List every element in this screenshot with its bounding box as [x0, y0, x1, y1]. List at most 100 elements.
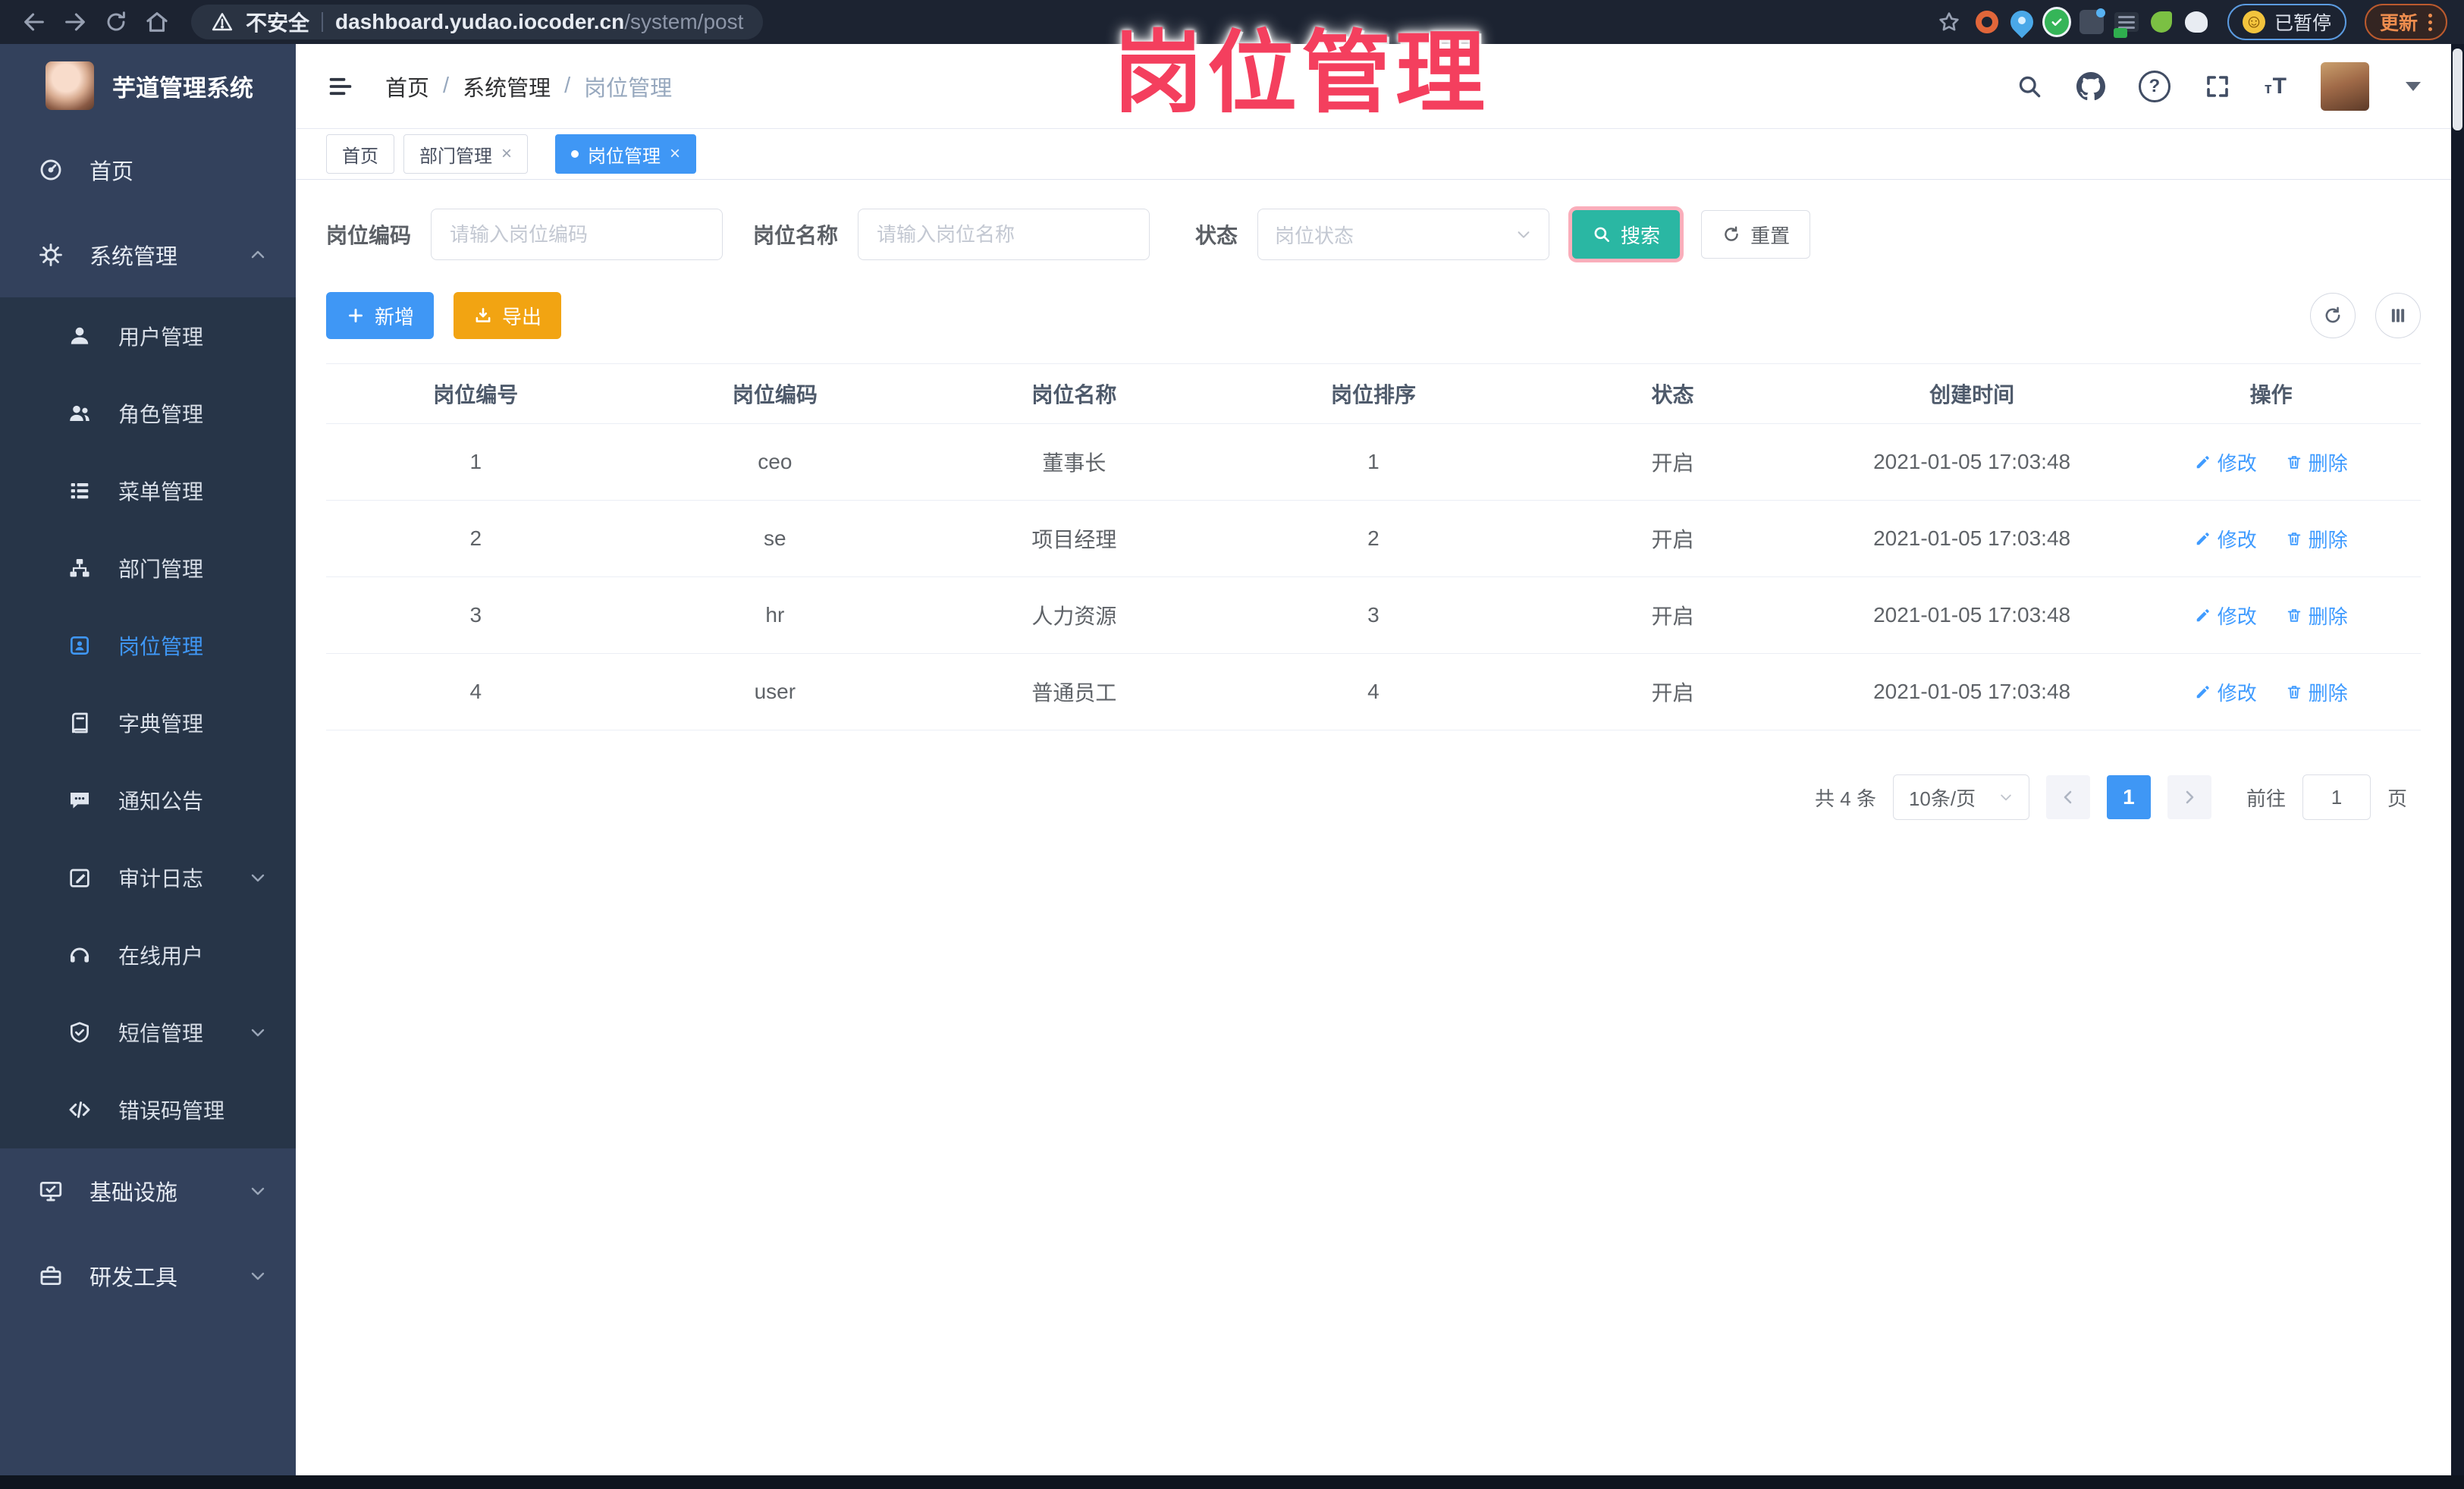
breadcrumb-system[interactable]: 系统管理: [463, 71, 551, 102]
close-icon[interactable]: ×: [501, 145, 512, 163]
edit-label: 修改: [2217, 451, 2257, 475]
menu-list-icon: [64, 479, 96, 503]
sidebar-item-home[interactable]: 首页: [0, 127, 296, 212]
tab-home[interactable]: 首页: [326, 134, 394, 174]
extension-orange-ring-icon[interactable]: [1973, 8, 2001, 36]
edit-link[interactable]: 修改: [2195, 525, 2257, 553]
cell-name: 人力资源: [924, 576, 1224, 654]
bookmark-star-icon[interactable]: [1932, 5, 1966, 39]
cell-created: 2021-01-05 17:03:48: [1822, 500, 2122, 577]
close-icon[interactable]: ×: [670, 145, 680, 163]
cell-id: 3: [326, 576, 626, 654]
sidebar-item-error-codes[interactable]: 错误码管理: [0, 1071, 296, 1148]
sidebar-item-roles[interactable]: 角色管理: [0, 375, 296, 452]
edit-link[interactable]: 修改: [2195, 448, 2257, 476]
reset-button[interactable]: 重置: [1701, 210, 1811, 259]
page-1-button[interactable]: 1: [2106, 775, 2151, 819]
goto-page-input[interactable]: [2302, 774, 2371, 820]
cell-operations: 修改 删除: [2121, 423, 2421, 501]
sidebar-item-departments[interactable]: 部门管理: [0, 529, 296, 607]
sidebar-item-users[interactable]: 用户管理: [0, 297, 296, 375]
tab-label: 部门管理: [419, 146, 492, 167]
url-path: /system/post: [624, 10, 744, 33]
back-icon[interactable]: [17, 5, 52, 39]
sidebar-item-system[interactable]: 系统管理: [0, 212, 296, 297]
tab-posts-active[interactable]: 岗位管理 ×: [555, 134, 697, 174]
delete-link[interactable]: 删除: [2286, 602, 2348, 630]
extension-server-icon[interactable]: [2112, 8, 2141, 38]
avatar-caret-icon[interactable]: [2406, 81, 2421, 91]
delete-label: 删除: [2308, 681, 2348, 705]
sidebar-item-notices[interactable]: 通知公告: [0, 762, 296, 839]
toolbox-icon: [35, 1263, 67, 1289]
extension-green-check-icon[interactable]: [2042, 7, 2071, 37]
cell-status: 开启: [1523, 423, 1822, 501]
post-badge-icon: [64, 633, 96, 658]
scrollbar-thumb[interactable]: [2453, 49, 2462, 130]
column-settings-button[interactable]: [2375, 293, 2421, 338]
browser-menu-icon[interactable]: [2428, 13, 2432, 31]
address-bar[interactable]: 不安全 dashboard.yudao.iocoder.cn/system/po…: [191, 5, 764, 39]
reload-icon[interactable]: [99, 5, 133, 39]
chevron-up-icon: [249, 246, 267, 264]
fullscreen-icon[interactable]: [2204, 73, 2231, 100]
sidebar-item-label: 部门管理: [118, 558, 204, 581]
sidebar-item-label: 通知公告: [118, 790, 204, 813]
sidebar-item-menus[interactable]: 菜单管理: [0, 452, 296, 529]
page-size-select[interactable]: 10条/页: [1892, 774, 2029, 820]
edit-link[interactable]: 修改: [2195, 678, 2257, 706]
add-button-label: 新增: [375, 305, 415, 328]
extension-blue-pin-icon[interactable]: [2005, 5, 2039, 39]
paused-badge[interactable]: ☺ 已暂停: [2227, 4, 2346, 40]
avatar[interactable]: [2321, 61, 2369, 111]
org-tree-icon: [64, 556, 96, 580]
refresh-table-button[interactable]: [2310, 293, 2356, 338]
sidebar-item-dictionary[interactable]: 字典管理: [0, 684, 296, 762]
sidebar: 芋道管理系统 首页 系统管理 用户管理 角色管理 菜单管理 部门管理 岗位管理 …: [0, 44, 296, 1475]
screen: 不安全 dashboard.yudao.iocoder.cn/system/po…: [0, 0, 2464, 1489]
sidebar-collapse-icon[interactable]: [326, 72, 355, 101]
gear-icon: [35, 242, 67, 268]
edit-link[interactable]: 修改: [2195, 602, 2257, 630]
delete-link[interactable]: 删除: [2286, 678, 2348, 706]
tab-bar: 首页 部门管理 × 岗位管理 ×: [296, 129, 2451, 180]
sidebar-item-label: 字典管理: [118, 712, 204, 736]
next-page-button[interactable]: [2167, 775, 2211, 819]
page-scrollbar[interactable]: [2451, 44, 2464, 1475]
delete-link[interactable]: 删除: [2286, 525, 2348, 553]
cell-operations: 修改 删除: [2121, 500, 2421, 577]
font-size-icon[interactable]: тT: [2265, 74, 2287, 99]
sidebar-logo-row[interactable]: 芋道管理系统: [0, 44, 296, 127]
sidebar-item-dev-tools[interactable]: 研发工具: [0, 1233, 296, 1318]
help-icon[interactable]: ?: [2138, 70, 2171, 102]
prev-page-button[interactable]: [2045, 775, 2090, 819]
sidebar-item-label: 审计日志: [118, 867, 204, 891]
sidebar-item-audit-log[interactable]: 审计日志: [0, 839, 296, 916]
github-icon[interactable]: [2076, 71, 2105, 101]
search-button[interactable]: 搜索: [1572, 210, 1681, 259]
breadcrumb-home[interactable]: 首页: [385, 71, 429, 102]
cell-code: se: [625, 500, 925, 577]
forward-icon[interactable]: [58, 5, 93, 39]
update-button[interactable]: 更新: [2364, 4, 2447, 40]
extension-bird-icon[interactable]: [2182, 8, 2211, 36]
extension-grid-icon[interactable]: [2077, 8, 2106, 36]
status-select[interactable]: 岗位状态: [1257, 209, 1550, 260]
search-icon[interactable]: [2016, 73, 2043, 100]
cell-created: 2021-01-05 17:03:48: [1822, 576, 2122, 654]
dashboard-icon: [35, 157, 67, 183]
extension-leaf-icon[interactable]: [2147, 8, 2176, 36]
post-name-input[interactable]: [858, 209, 1150, 260]
export-button[interactable]: 导出: [454, 292, 562, 339]
add-button[interactable]: 新增: [326, 292, 435, 339]
tab-departments[interactable]: 部门管理 ×: [403, 134, 529, 174]
sidebar-item-sms[interactable]: 短信管理: [0, 994, 296, 1071]
delete-link[interactable]: 删除: [2286, 448, 2348, 476]
post-code-input[interactable]: [431, 209, 724, 260]
search-button-label: 搜索: [1621, 224, 1661, 247]
home-icon[interactable]: [140, 5, 174, 39]
sidebar-item-online-users[interactable]: 在线用户: [0, 916, 296, 994]
sidebar-item-infrastructure[interactable]: 基础设施: [0, 1148, 296, 1233]
sidebar-item-posts[interactable]: 岗位管理: [0, 607, 296, 684]
book-icon: [64, 711, 96, 735]
